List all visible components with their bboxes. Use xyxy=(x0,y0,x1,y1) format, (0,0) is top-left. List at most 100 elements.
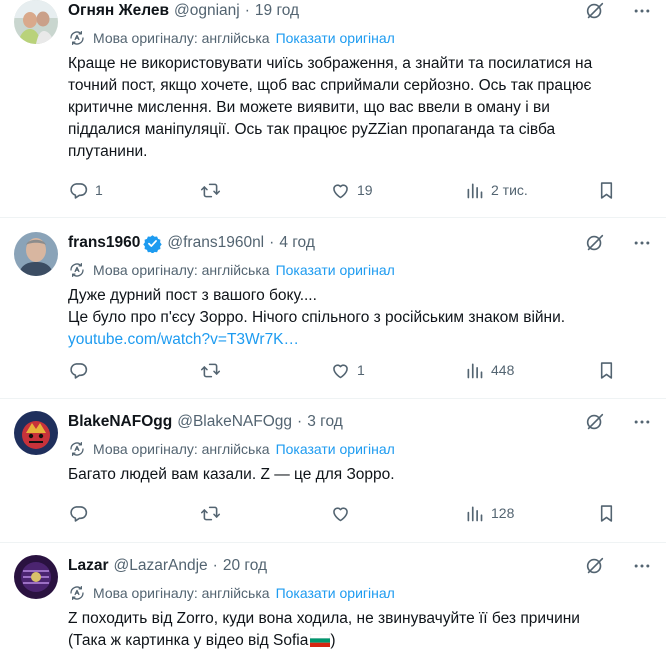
repost-button[interactable] xyxy=(200,360,221,381)
show-original-link[interactable]: Показати оригінал xyxy=(276,30,395,46)
separator-dot: · xyxy=(269,234,275,251)
repost-icon xyxy=(200,360,221,381)
views-icon xyxy=(464,180,485,201)
show-original-link[interactable]: Показати оригінал xyxy=(276,262,395,278)
timestamp[interactable]: 4 год xyxy=(279,234,315,252)
tweet-text-line: (Така ж картинка у відео від Sofia) xyxy=(68,630,652,652)
more-icon[interactable] xyxy=(632,412,652,432)
views-count: 448 xyxy=(491,362,515,378)
author-handle[interactable]: @LazarAndje xyxy=(114,557,208,575)
reply-count: 1 xyxy=(95,182,103,198)
views-count: 2 тис. xyxy=(491,182,528,198)
timestamp[interactable]: 20 год xyxy=(223,557,267,575)
reply-icon xyxy=(68,360,89,381)
tweet-text-line: піддалися маніпуляції. Ось так працює ру… xyxy=(68,121,556,138)
verified-badge-icon xyxy=(143,234,163,253)
show-original-link[interactable]: Показати оригінал xyxy=(276,441,395,457)
author-handle[interactable]: @BlakeNAFOgg xyxy=(177,413,292,431)
translation-label: Мова оригіналу: англійська xyxy=(93,30,270,46)
author-handle[interactable]: @ognianj xyxy=(174,2,240,20)
like-icon xyxy=(330,503,351,524)
translation-label: Мова оригіналу: англійська xyxy=(93,262,270,278)
translate-icon xyxy=(68,29,86,47)
reply-button[interactable] xyxy=(68,503,89,524)
views-button[interactable]: 2 тис. xyxy=(464,180,528,201)
repost-button[interactable] xyxy=(200,503,221,524)
like-count: 19 xyxy=(357,182,373,198)
grok-icon[interactable] xyxy=(584,411,606,433)
repost-button[interactable] xyxy=(200,180,221,201)
separator-dot: · xyxy=(244,2,250,19)
tweet-text: Z походить від Zorro, куди вона ходила, … xyxy=(68,608,652,652)
reply-button[interactable] xyxy=(68,360,89,381)
more-icon[interactable] xyxy=(632,233,652,253)
translation-notice: Мова оригіналу: англійська Показати ориг… xyxy=(68,439,652,459)
tweet[interactable]: Огнян Желев @ognianj · 19 год Мова оригі… xyxy=(0,0,666,218)
action-bar: 1 448 xyxy=(68,359,652,381)
author-name[interactable]: Lazar xyxy=(68,557,109,575)
bookmark-icon xyxy=(596,360,617,381)
action-bar: 1 19 2 тис. xyxy=(68,179,652,201)
avatar[interactable] xyxy=(14,232,58,276)
reply-icon xyxy=(68,180,89,201)
tweet-text-line: Краще не використовувати чиїсь зображенн… xyxy=(68,55,593,72)
author-handle[interactable]: @frans1960nl xyxy=(167,234,264,252)
tweet-text-fragment: (Така ж картинка у відео від Sofia xyxy=(68,632,309,649)
tweet-text-line: Це було про п'єсу Зорро. Нічого спільног… xyxy=(68,309,566,326)
translation-notice: Мова оригіналу: англійська Показати ориг… xyxy=(68,260,652,280)
bookmark-button[interactable] xyxy=(596,503,617,524)
tweet-text: Краще не використовувати чиїсь зображенн… xyxy=(68,53,652,163)
closing-paren: ) xyxy=(330,632,336,649)
translation-label: Мова оригіналу: англійська xyxy=(93,585,270,601)
translate-icon xyxy=(68,584,86,602)
views-icon xyxy=(464,360,485,381)
avatar[interactable] xyxy=(14,411,58,455)
timestamp[interactable]: 3 год xyxy=(307,413,343,431)
reply-button[interactable]: 1 xyxy=(68,180,103,201)
tweet-text: Багато людей вам казали. Z — це для Зорр… xyxy=(68,464,652,486)
grok-icon[interactable] xyxy=(584,232,606,254)
tweet-text-line: критичне мислення. Ви можете виявити, що… xyxy=(68,99,550,116)
timestamp[interactable]: 19 год xyxy=(255,2,299,20)
author-name[interactable]: frans1960 xyxy=(68,234,140,252)
tweet-text-line: плутанини. xyxy=(68,143,148,160)
translation-notice: Мова оригіналу: англійська Показати ориг… xyxy=(68,583,652,603)
like-button[interactable]: 19 xyxy=(330,180,373,201)
bookmark-button[interactable] xyxy=(596,180,617,201)
translate-icon xyxy=(68,261,86,279)
tweet-text-line: точний пост, якщо хочете, щоб вас сприйм… xyxy=(68,77,592,94)
separator-dot: · xyxy=(297,413,303,430)
author-name[interactable]: Огнян Желев xyxy=(68,2,169,20)
more-icon[interactable] xyxy=(632,556,652,576)
more-icon[interactable] xyxy=(632,1,652,21)
tweet-text: Дуже дурний пост з вашого боку.... Це бу… xyxy=(68,285,652,351)
tweet-text-line: Багато людей вам казали. Z — це для Зорр… xyxy=(68,466,395,483)
avatar[interactable] xyxy=(14,0,58,44)
views-icon xyxy=(464,503,485,524)
translation-label: Мова оригіналу: англійська xyxy=(93,441,270,457)
grok-icon[interactable] xyxy=(584,555,606,577)
reply-icon xyxy=(68,503,89,524)
translate-icon xyxy=(68,440,86,458)
tweet-text-line: Z походить від Zorro, куди вона ходила, … xyxy=(68,610,580,627)
grok-icon[interactable] xyxy=(584,0,606,22)
separator-dot: · xyxy=(212,557,218,574)
repost-icon xyxy=(200,503,221,524)
author-name[interactable]: BlakeNAFOgg xyxy=(68,413,172,431)
like-count: 1 xyxy=(357,362,365,378)
views-button[interactable]: 128 xyxy=(464,503,514,524)
tweet[interactable]: Lazar @LazarAndje · 20 год Мова оригінал… xyxy=(0,543,666,663)
show-original-link[interactable]: Показати оригінал xyxy=(276,585,395,601)
like-button[interactable]: 1 xyxy=(330,360,365,381)
avatar[interactable] xyxy=(14,555,58,599)
tweet[interactable]: frans1960 @frans1960nl · 4 год Мова ориг… xyxy=(0,218,666,399)
youtube-link[interactable]: youtube.com/watch?v=T3Wr7K… xyxy=(68,329,652,351)
action-bar: 128 xyxy=(68,502,652,524)
like-button[interactable] xyxy=(330,503,351,524)
like-icon xyxy=(330,180,351,201)
bookmark-button[interactable] xyxy=(596,360,617,381)
tweet-text-line: Дуже дурний пост з вашого боку.... xyxy=(68,287,317,304)
views-button[interactable]: 448 xyxy=(464,360,514,381)
bulgaria-flag-icon xyxy=(310,634,331,647)
tweet[interactable]: BlakeNAFOgg @BlakeNAFOgg · 3 год Мова ор… xyxy=(0,399,666,543)
